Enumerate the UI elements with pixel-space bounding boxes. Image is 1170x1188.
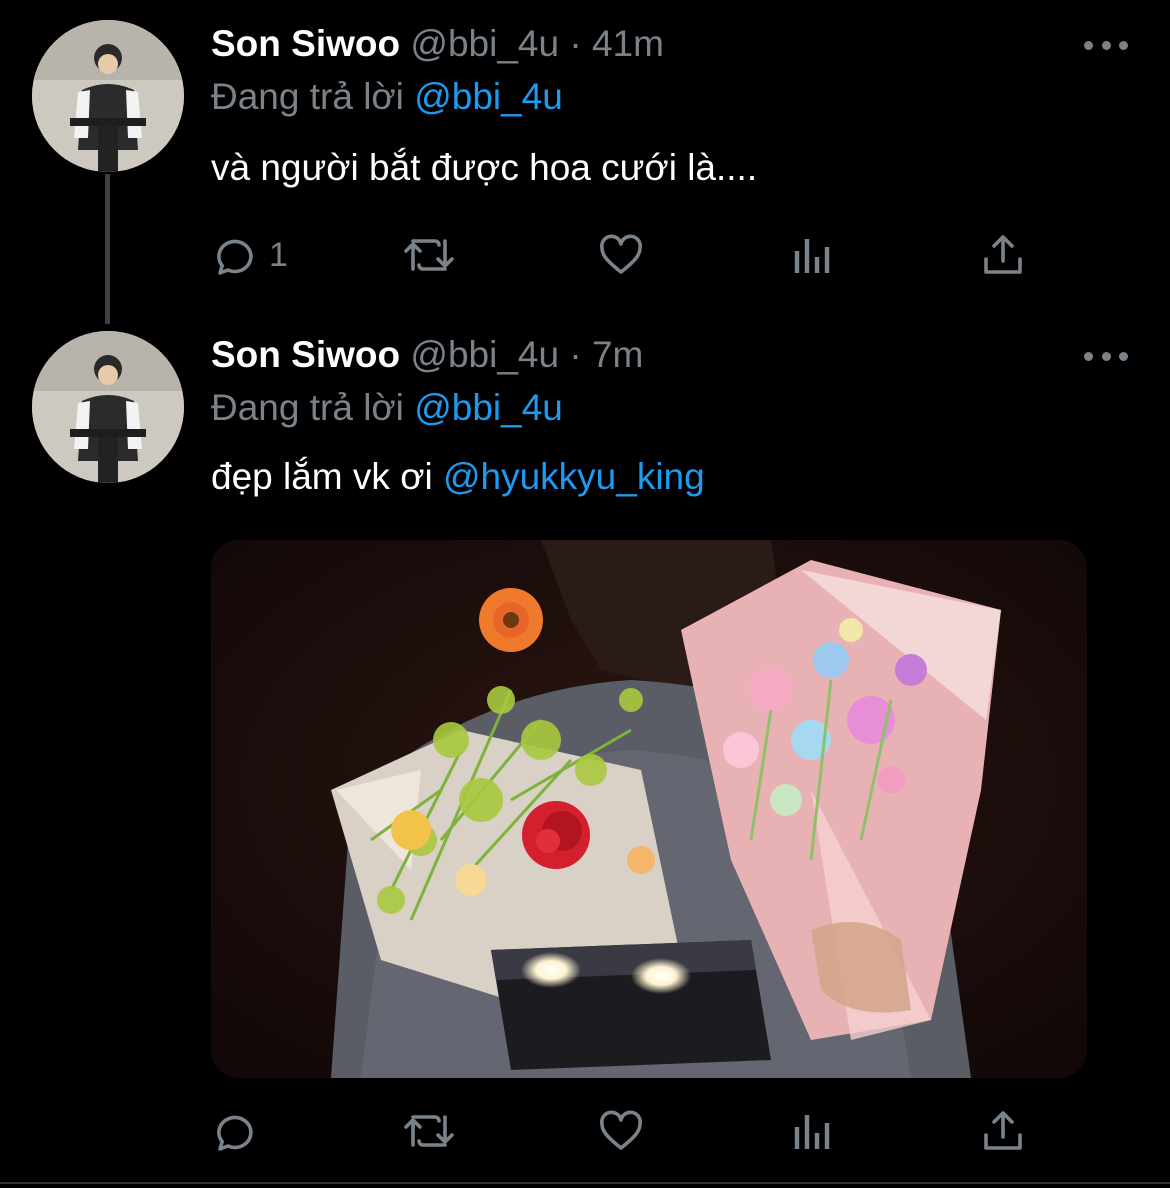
tweet-text-body: đẹp lắm vk ơi: [211, 456, 433, 497]
reply-icon: [217, 239, 253, 275]
share-button[interactable]: [979, 1106, 1027, 1156]
more-icon[interactable]: [1084, 38, 1128, 52]
thread-connector: [105, 174, 110, 324]
share-icon: [984, 235, 1022, 274]
separator-dot: ·: [569, 23, 582, 64]
like-button[interactable]: [597, 230, 645, 280]
tweet-photo[interactable]: [211, 540, 1087, 1078]
retweet-icon: [404, 1115, 454, 1147]
action-bar: [211, 1106, 1051, 1156]
avatar[interactable]: [32, 331, 184, 483]
reply-to-mention[interactable]: @bbi_4u: [414, 387, 563, 428]
separator-dot: ·: [569, 334, 582, 375]
replying-to: Đang trả lời @bbi_4u: [211, 386, 563, 430]
reply-button[interactable]: [211, 1106, 269, 1156]
reply-to-mention[interactable]: @bbi_4u: [414, 76, 563, 117]
reply-count: 1: [269, 235, 288, 274]
analytics-icon: [794, 1115, 830, 1149]
like-button[interactable]: [597, 1106, 645, 1156]
analytics-button[interactable]: [791, 1106, 835, 1156]
retweet-icon: [404, 239, 454, 271]
retweet-button[interactable]: [401, 230, 457, 280]
avatar-image: [32, 20, 184, 172]
action-bar: 1: [211, 230, 1051, 280]
like-icon: [600, 234, 642, 274]
reply-prefix: Đang trả lời: [211, 76, 404, 117]
avatar-image: [32, 331, 184, 483]
author-handle[interactable]: @bbi_4u: [410, 23, 559, 64]
avatar[interactable]: [32, 20, 184, 172]
reply-prefix: Đang trả lời: [211, 387, 404, 428]
share-button[interactable]: [979, 230, 1027, 280]
share-icon: [984, 1111, 1022, 1150]
reply-button[interactable]: 1: [211, 230, 288, 280]
reply-icon: [217, 1115, 253, 1151]
author-handle[interactable]: @bbi_4u: [410, 334, 559, 375]
text-mention[interactable]: @hyukkyu_king: [443, 456, 705, 497]
tweet-header: Son Siwoo @bbi_4u · 7m: [211, 333, 643, 377]
tweet-time[interactable]: 41m: [592, 23, 664, 64]
tweet-time[interactable]: 7m: [592, 334, 643, 375]
replying-to: Đang trả lời @bbi_4u: [211, 75, 563, 119]
more-icon[interactable]: [1084, 349, 1128, 363]
analytics-icon: [794, 239, 830, 273]
analytics-button[interactable]: [791, 230, 835, 280]
tweet-text-body: và người bắt được hoa cưới là....: [211, 147, 758, 188]
tweet-text: đẹp lắm vk ơi @hyukkyu_king: [211, 455, 705, 499]
tweet-text: và người bắt được hoa cưới là....: [211, 146, 757, 190]
bouquet-photo: [211, 540, 1087, 1078]
author-name[interactable]: Son Siwoo: [211, 23, 400, 64]
tweet-header: Son Siwoo @bbi_4u · 41m: [211, 22, 664, 66]
retweet-button[interactable]: [401, 1106, 457, 1156]
like-icon: [600, 1110, 642, 1150]
author-name[interactable]: Son Siwoo: [211, 334, 400, 375]
divider: [0, 1182, 1170, 1184]
